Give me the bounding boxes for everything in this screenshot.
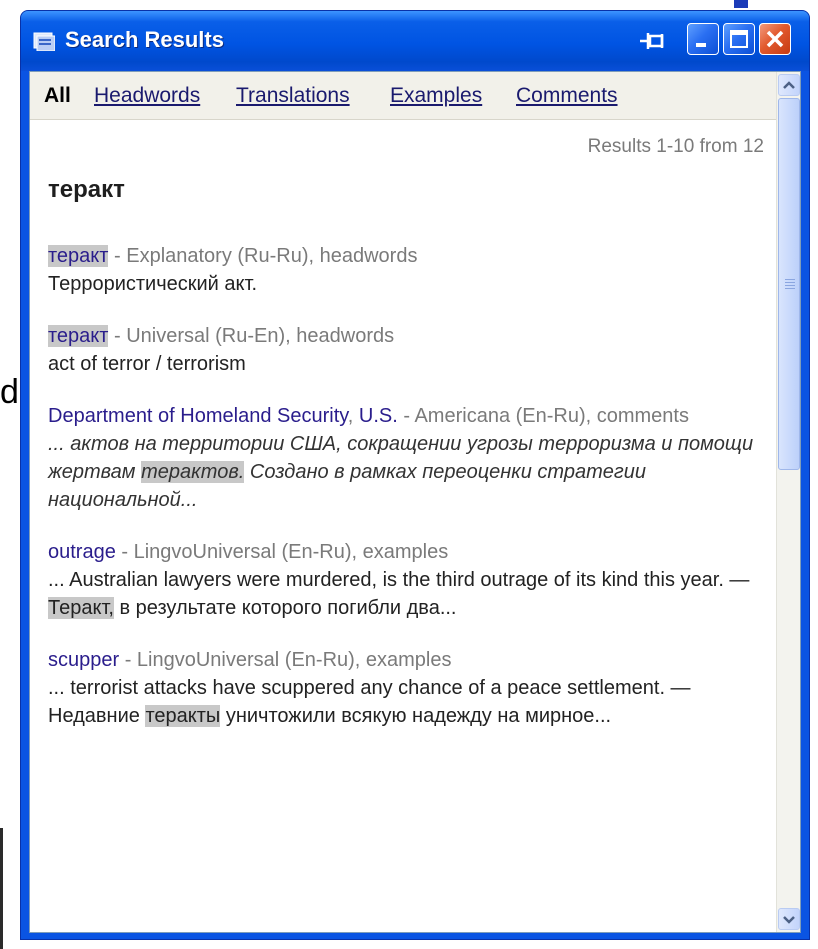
window-icon	[33, 31, 56, 52]
result-text: ... актов на территории США, сокращении …	[48, 430, 764, 514]
result-head: Department of Homeland Security, U.S. - …	[48, 402, 764, 430]
vertical-scrollbar[interactable]	[776, 72, 800, 932]
result-head: теракт - Universal (Ru-En), headwords	[48, 322, 764, 350]
result-highlight: теракты	[145, 705, 221, 727]
result-headword-link[interactable]: scupper	[48, 649, 119, 671]
result-headword-link[interactable]: U.S.	[359, 405, 398, 427]
grip-line	[785, 288, 795, 289]
result-headword-link[interactable]: Department of Homeland Security	[48, 405, 348, 427]
maximize-icon[interactable]	[723, 23, 755, 55]
results-list: теракт - Explanatory (Ru-Ru), headwords …	[48, 242, 764, 754]
scroll-up-button[interactable]	[778, 74, 800, 96]
result-text: act of terror / terrorism	[48, 353, 246, 375]
result-head: outrage - LingvoUniversal (En-Ru), examp…	[48, 538, 764, 566]
scroll-down-button[interactable]	[778, 908, 800, 930]
background-fragment	[734, 0, 748, 8]
filter-bar: All Headwords Translations Examples Comm…	[30, 72, 776, 120]
result-item: scupper - LingvoUniversal (En-Ru), examp…	[48, 646, 764, 730]
result-text: ... terrorist attacks have scuppered any…	[48, 674, 764, 730]
scroll-thumb[interactable]	[778, 98, 800, 470]
grip-line	[785, 282, 795, 283]
filter-headwords[interactable]: Headwords	[94, 72, 200, 120]
chevron-down-icon	[783, 916, 795, 924]
result-item: теракт - Explanatory (Ru-Ru), headwords …	[48, 242, 764, 298]
result-text-before: ... Australian lawyers were murdered, is…	[48, 569, 750, 591]
result-source: - Americana (En-Ru), comments	[397, 405, 689, 427]
filter-comments[interactable]: Comments	[516, 72, 618, 120]
filter-all[interactable]: All	[44, 72, 71, 120]
result-highlight: терактов.	[141, 461, 245, 483]
pin-icon[interactable]	[638, 27, 668, 55]
close-icon[interactable]	[759, 23, 791, 55]
title-bar[interactable]: Search Results	[21, 11, 809, 71]
minimize-icon[interactable]	[687, 23, 719, 55]
result-source: - Universal (Ru-En), headwords	[108, 325, 395, 347]
filter-translations[interactable]: Translations	[236, 72, 350, 120]
result-head: scupper - LingvoUniversal (En-Ru), examp…	[48, 646, 764, 674]
result-highlight: Теракт,	[48, 597, 114, 619]
result-item: Department of Homeland Security, U.S. - …	[48, 402, 764, 514]
result-headword-separator: ,	[347, 405, 359, 427]
result-headword-link[interactable]: теракт	[48, 325, 109, 347]
results-pane: All Headwords Translations Examples Comm…	[29, 71, 801, 933]
chevron-up-icon	[783, 81, 795, 89]
result-item: outrage - LingvoUniversal (En-Ru), examp…	[48, 538, 764, 622]
result-source: - Explanatory (Ru-Ru), headwords	[108, 245, 418, 267]
grip-line	[785, 279, 795, 280]
query-heading: теракт	[48, 176, 125, 203]
result-source: - LingvoUniversal (En-Ru), examples	[119, 649, 452, 671]
grip-line	[785, 285, 795, 286]
background-letter: d	[0, 373, 19, 411]
result-text-after: уничтожили всякую надежду на мирное...	[220, 705, 612, 727]
search-results-window: Search Results All Headwords Translation…	[20, 10, 810, 940]
filter-examples[interactable]: Examples	[390, 72, 482, 120]
background-line	[0, 828, 3, 949]
result-text: Террористический акт.	[48, 273, 258, 295]
result-source: - LingvoUniversal (En-Ru), examples	[115, 541, 449, 563]
result-headword-link[interactable]: outrage	[48, 541, 116, 563]
result-text-after: в результате которого погибли два...	[113, 597, 457, 619]
result-headword-link[interactable]: теракт	[48, 245, 109, 267]
window-title: Search Results	[65, 27, 224, 52]
result-text: ... Australian lawyers were murdered, is…	[48, 566, 764, 622]
results-count: Results 1-10 from 12	[587, 136, 764, 157]
result-head: теракт - Explanatory (Ru-Ru), headwords	[48, 242, 764, 270]
result-item: теракт - Universal (Ru-En), headwords ac…	[48, 322, 764, 378]
